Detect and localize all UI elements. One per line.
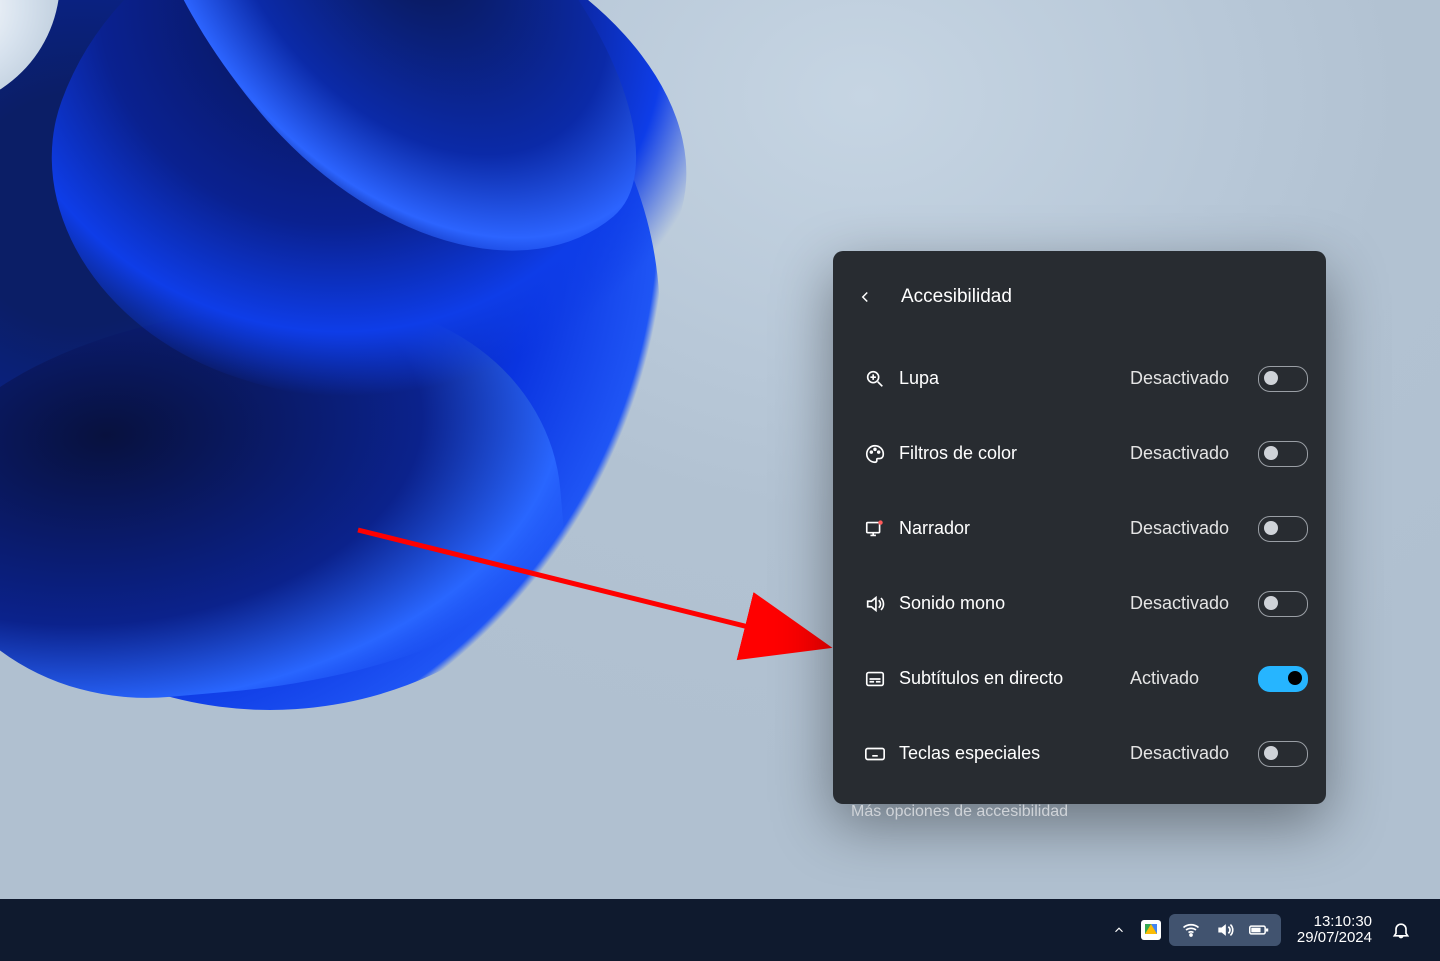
item-label: Lupa xyxy=(899,368,1130,389)
item-label: Filtros de color xyxy=(899,443,1130,464)
item-label: Subtítulos en directo xyxy=(899,668,1130,689)
accessibility-items: LupaDesactivadoFiltros de colorDesactiva… xyxy=(833,335,1326,791)
taskbar-clock[interactable]: 13:10:30 29/07/2024 xyxy=(1289,914,1380,947)
taskbar: 13:10:30 29/07/2024 xyxy=(0,899,1440,961)
item-status: Desactivado xyxy=(1130,593,1240,614)
item-status: Desactivado xyxy=(1130,443,1240,464)
toggle-stickykeys[interactable] xyxy=(1258,741,1308,767)
taskbar-date: 29/07/2024 xyxy=(1297,930,1372,947)
palette-icon xyxy=(851,443,899,465)
toggle-knob xyxy=(1264,521,1278,535)
bell-icon xyxy=(1391,920,1411,940)
toggle-narrator[interactable] xyxy=(1258,516,1308,542)
item-status: Desactivado xyxy=(1130,743,1240,764)
google-drive-tray-icon[interactable] xyxy=(1141,920,1161,940)
speaker-icon xyxy=(851,593,899,615)
chevron-up-icon xyxy=(1112,923,1126,937)
accessibility-item-livecaptions[interactable]: Subtítulos en directoActivado xyxy=(833,641,1326,716)
more-accessibility-link[interactable]: Más opciones de accesibilidad xyxy=(833,791,1326,839)
toggle-knob xyxy=(1264,596,1278,610)
toggle-magnifier[interactable] xyxy=(1258,366,1308,392)
keyboard-icon xyxy=(851,743,899,765)
toggle-knob xyxy=(1264,371,1278,385)
accessibility-item-monosound[interactable]: Sonido monoDesactivado xyxy=(833,566,1326,641)
network-volume-battery-button[interactable] xyxy=(1169,914,1281,946)
tray-overflow-button[interactable] xyxy=(1105,916,1133,944)
panel-header: Accesibilidad xyxy=(833,251,1326,335)
accessibility-panel: Accesibilidad LupaDesactivadoFiltros de … xyxy=(833,251,1326,804)
notifications-button[interactable] xyxy=(1388,917,1414,943)
item-status: Desactivado xyxy=(1130,368,1240,389)
toggle-monosound[interactable] xyxy=(1258,591,1308,617)
magnifier-icon xyxy=(851,368,899,390)
item-status: Activado xyxy=(1130,668,1240,689)
toggle-knob xyxy=(1288,671,1302,685)
google-drive-icon xyxy=(1141,920,1161,940)
toggle-knob xyxy=(1264,746,1278,760)
panel-title: Accesibilidad xyxy=(901,286,1012,308)
wallpaper-bloom xyxy=(0,0,900,850)
toggle-livecaptions[interactable] xyxy=(1258,666,1308,692)
toggle-colorfilter[interactable] xyxy=(1258,441,1308,467)
accessibility-item-magnifier[interactable]: LupaDesactivado xyxy=(833,341,1326,416)
accessibility-item-narrator[interactable]: NarradorDesactivado xyxy=(833,491,1326,566)
toggle-knob xyxy=(1264,446,1278,460)
item-label: Narrador xyxy=(899,518,1130,539)
narrator-icon xyxy=(851,518,899,540)
battery-icon xyxy=(1249,920,1269,940)
wifi-icon xyxy=(1181,920,1201,940)
taskbar-time: 13:10:30 xyxy=(1314,914,1372,931)
volume-icon xyxy=(1215,920,1235,940)
accessibility-item-colorfilter[interactable]: Filtros de colorDesactivado xyxy=(833,416,1326,491)
system-tray: 13:10:30 29/07/2024 xyxy=(1105,899,1440,961)
accessibility-item-stickykeys[interactable]: Teclas especialesDesactivado xyxy=(833,716,1326,791)
back-button[interactable] xyxy=(851,283,879,311)
item-label: Sonido mono xyxy=(899,593,1130,614)
item-status: Desactivado xyxy=(1130,518,1240,539)
item-label: Teclas especiales xyxy=(899,743,1130,764)
captions-icon xyxy=(851,668,899,690)
arrow-left-icon xyxy=(856,288,874,306)
